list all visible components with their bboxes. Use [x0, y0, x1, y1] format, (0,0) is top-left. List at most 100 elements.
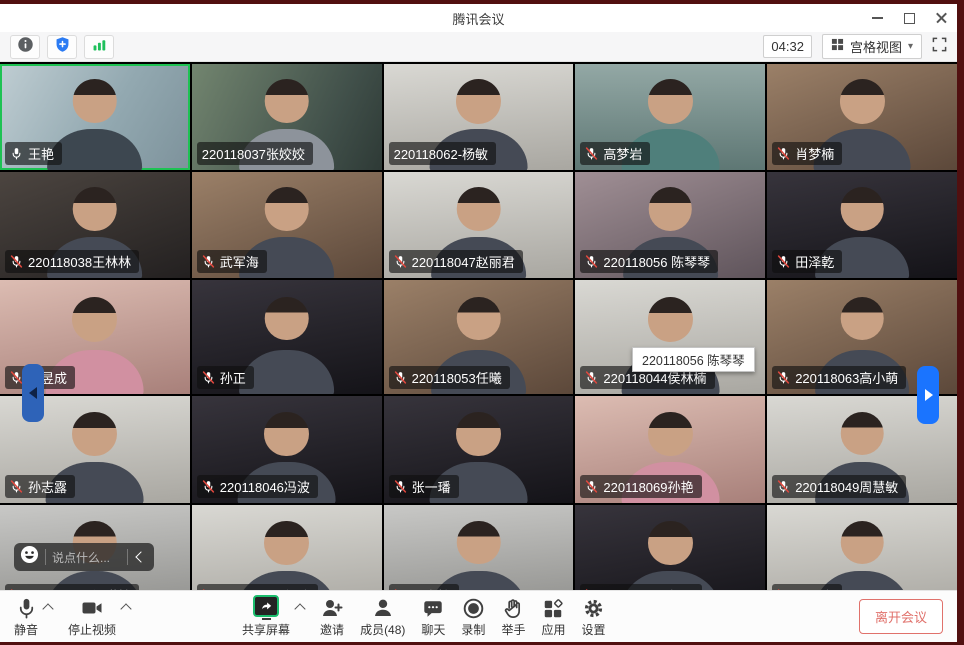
participant-tile[interactable]: 220118044侯林楠: [575, 280, 765, 394]
mic-muted-icon: [585, 255, 598, 268]
person-silhouette: [238, 516, 336, 590]
participant-name: 孙志露: [28, 477, 67, 496]
emoji-icon[interactable]: [20, 545, 39, 569]
participant-name-label: 220118069孙艳: [580, 475, 701, 498]
toolbar-item-invite[interactable]: 邀请: [320, 595, 344, 638]
participant-tile[interactable]: 田泽乾: [767, 172, 957, 278]
collapse-chat-button[interactable]: [134, 553, 148, 561]
participant-tile[interactable]: 高梦岩: [575, 64, 765, 170]
raise-hand-icon: [502, 595, 525, 620]
toolbar-item-label: 录制: [461, 621, 485, 638]
toolbar-item-mute[interactable]: 静音: [14, 595, 52, 638]
participant-tile[interactable]: 220118062-杨敏: [384, 64, 574, 170]
participant-tile[interactable]: 孙正: [192, 280, 382, 394]
mic-muted-icon: [777, 589, 790, 590]
participant-tile[interactable]: 220118075刘歌: [192, 505, 382, 590]
mic-muted-icon: [394, 255, 407, 268]
participant-tile[interactable]: 220118038王林林: [0, 172, 190, 278]
share-screen-icon: [253, 595, 279, 620]
minimize-button[interactable]: [861, 4, 893, 32]
participant-tile[interactable]: 肖梦楠: [767, 64, 957, 170]
participant-name-label: 220118037张姣姣: [197, 142, 313, 165]
participant-tile[interactable]: 220118037张姣姣: [192, 64, 382, 170]
toolbar-item-label: 共享屏幕: [242, 621, 290, 638]
fullscreen-button[interactable]: [932, 37, 947, 57]
network-status-button[interactable]: [84, 35, 114, 59]
participant-name: 220118063高小萌: [795, 368, 898, 387]
person-silhouette: [815, 516, 910, 590]
chevron-left-icon: [135, 551, 146, 562]
toolbar-item-share[interactable]: 共享屏幕: [242, 595, 304, 638]
participant-tile[interactable]: 220118053任曦: [384, 280, 574, 394]
participant-tile[interactable]: 王晨宇: [767, 505, 957, 590]
leave-meeting-button[interactable]: 离开会议: [859, 599, 943, 634]
toolbar-item-video[interactable]: 停止视频: [68, 595, 130, 638]
toolbar-item-label: 举手: [501, 621, 525, 638]
quick-chat-input[interactable]: 说点什么...: [52, 549, 121, 566]
apps-icon: [542, 595, 564, 620]
chevron-up-icon[interactable]: [294, 603, 305, 614]
participant-name-label: 冯宇婷: [389, 584, 459, 590]
toolbar-item-apps[interactable]: 应用: [541, 595, 565, 638]
microphone-icon: [15, 595, 38, 620]
maximize-button[interactable]: [893, 4, 925, 32]
mic-muted-icon: [585, 589, 598, 590]
participant-tile[interactable]: 220118056 陈琴琴: [575, 172, 765, 278]
participant-name: 220118038王林林: [28, 252, 131, 271]
participant-name: 220118049周慧敏: [795, 477, 898, 496]
participant-name-label: 220118075刘歌: [197, 584, 318, 590]
participant-name: 田泽乾: [795, 252, 834, 271]
participant-tile[interactable]: 220118036郝彤: [575, 505, 765, 590]
participant-name: 高梦岩: [603, 144, 642, 163]
prev-page-button[interactable]: [22, 364, 44, 422]
participant-name-label: 220118038王林林: [5, 250, 139, 273]
grid-view-icon: [831, 38, 844, 56]
chevron-up-icon[interactable]: [42, 603, 53, 614]
mic-muted-icon: [202, 371, 215, 384]
participant-name-label: 肖梦楠: [772, 142, 842, 165]
participant-name-label: 220118053任曦: [389, 366, 510, 389]
participant-name: 孙正: [220, 368, 246, 387]
participant-tile[interactable]: 220118069孙艳: [575, 396, 765, 503]
participant-name: 肖梦楠: [795, 144, 834, 163]
mic-muted-icon: [777, 147, 790, 160]
network-signal-icon: [91, 36, 108, 58]
person-silhouette: [431, 516, 526, 590]
toolbar-item-hand[interactable]: 举手: [501, 595, 525, 638]
participant-tile[interactable]: 220118046冯波: [192, 396, 382, 503]
toolbar-item-record[interactable]: 录制: [461, 595, 485, 638]
participant-tooltip: 220118056 陈琴琴: [632, 347, 755, 372]
mic-muted-icon: [777, 480, 790, 493]
toolbar-item-label: 邀请: [320, 621, 344, 638]
fullscreen-icon: [932, 37, 947, 57]
maximize-icon: [904, 13, 915, 24]
mic-muted-icon: [10, 480, 23, 493]
participant-tile[interactable]: 王艳: [0, 64, 190, 170]
close-button[interactable]: [925, 4, 957, 32]
participant-tile[interactable]: 武军海: [192, 172, 382, 278]
participant-name-label: 220118064闫琳楠: [5, 584, 139, 590]
participant-tile[interactable]: 220118047赵丽君: [384, 172, 574, 278]
toolbar-item-chat[interactable]: 聊天: [421, 595, 445, 638]
mic-muted-icon: [777, 371, 790, 384]
chevron-up-icon[interactable]: [120, 603, 131, 614]
toolbar-item-settings[interactable]: 设置: [581, 595, 605, 638]
meeting-info-icon: [17, 36, 34, 58]
toolbar-item-members[interactable]: 成员(48): [360, 595, 405, 638]
participant-name-label: 220118047赵丽君: [389, 250, 523, 273]
next-page-button[interactable]: [917, 366, 939, 424]
security-button[interactable]: [47, 35, 77, 59]
mic-muted-icon: [202, 480, 215, 493]
view-mode-label: 宫格视图: [850, 37, 902, 56]
record-icon: [462, 595, 485, 620]
participant-name: 220118056 陈琴琴: [603, 252, 710, 271]
meeting-info-button[interactable]: [10, 35, 40, 59]
view-mode-selector[interactable]: 宫格视图 ▾: [822, 34, 922, 59]
participant-tile[interactable]: 冯宇婷: [384, 505, 574, 590]
participant-video: [627, 505, 714, 590]
person-silhouette: [621, 516, 719, 590]
participant-name: 王晨宇: [795, 586, 834, 590]
participant-tile[interactable]: 张一璠: [384, 396, 574, 503]
meeting-window: 腾讯会议 04:3: [0, 4, 957, 642]
participant-name-label: 孙志露: [5, 475, 75, 498]
